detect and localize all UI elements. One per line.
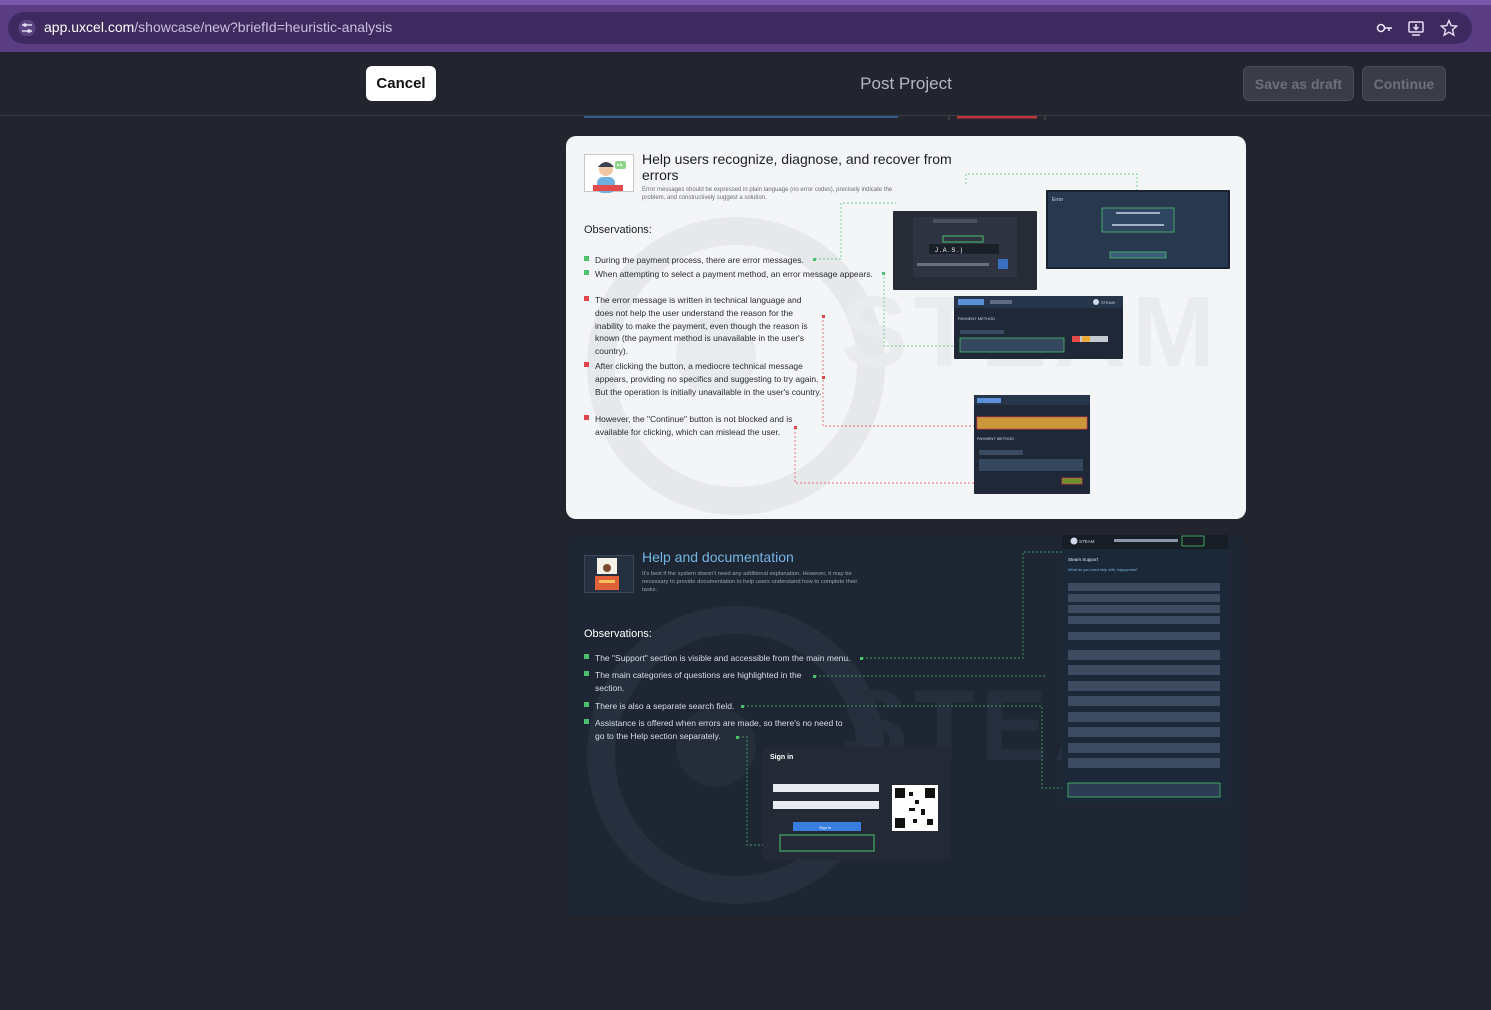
- screenshot-steam-support: STEAM Steam Support What do you need hel…: [1062, 535, 1228, 803]
- page-title: Post Project: [860, 74, 952, 93]
- svg-text:Sign in: Sign in: [819, 825, 831, 830]
- screenshot-payment-method: STEAM PAYMENT METHOD: [954, 296, 1123, 359]
- svg-text:Sign in: Sign in: [770, 754, 793, 761]
- save-as-draft-button[interactable]: Save as draft: [1243, 66, 1354, 101]
- svg-text:PAYMENT METHOD: PAYMENT METHOD: [958, 316, 995, 321]
- continue-button[interactable]: Continue: [1362, 66, 1446, 101]
- screenshot-error-dialog: Error: [1046, 190, 1230, 269]
- svg-text:Error: Error: [1052, 197, 1063, 203]
- project-header: Cancel Post Project Save as draft Contin…: [0, 52, 1491, 116]
- svg-text:J . A . S . ): J . A . S . ): [935, 248, 962, 254]
- cancel-button[interactable]: Cancel: [366, 66, 436, 101]
- screenshot-payment-error-banner: PAYMENT METHOD: [974, 395, 1090, 494]
- bookmark-star-icon[interactable]: [1440, 19, 1458, 37]
- payment-method-mock: STEAM PAYMENT METHOD: [954, 296, 1123, 353]
- password-key-icon[interactable]: [1375, 19, 1393, 37]
- browser-toolbar: app.uxcel.com/showcase/new?briefId=heuri…: [0, 0, 1491, 52]
- screenshot-sign-in: Sign in Sign in: [763, 747, 951, 860]
- svg-text:STEAM: STEAM: [1079, 539, 1095, 544]
- screenshot-code-entry: J . A . S . ): [893, 211, 1037, 290]
- url-text[interactable]: app.uxcel.com/showcase/new?briefId=heuri…: [44, 19, 392, 35]
- svg-text:Steam Support: Steam Support: [1068, 557, 1099, 562]
- error-dialog-mock: Error: [1048, 192, 1228, 267]
- tune-icon[interactable]: [18, 20, 36, 36]
- sign-in-mock: Sign in Sign in: [763, 747, 951, 860]
- steam-support-mock: STEAM Steam Support What do you need hel…: [1062, 535, 1228, 798]
- address-bar[interactable]: app.uxcel.com/showcase/new?briefId=heuri…: [8, 12, 1472, 44]
- install-app-icon[interactable]: [1407, 19, 1425, 37]
- code-entry-mock: J . A . S . ): [913, 217, 1017, 277]
- payment-error-banner-mock: PAYMENT METHOD: [974, 395, 1090, 485]
- svg-text:PAYMENT METHOD: PAYMENT METHOD: [977, 436, 1014, 441]
- slide-help-documentation[interactable]: STEAM Help and documentation It's best i…: [566, 535, 1246, 916]
- slide-error-recovery[interactable]: STEAM Help users recognize, diagnose, an…: [566, 136, 1246, 519]
- svg-text:STEAM: STEAM: [1101, 300, 1115, 305]
- svg-text:What do you need help with, ha: What do you need help with, happymeta?: [1068, 568, 1138, 572]
- previous-slide-edge: [584, 116, 1046, 120]
